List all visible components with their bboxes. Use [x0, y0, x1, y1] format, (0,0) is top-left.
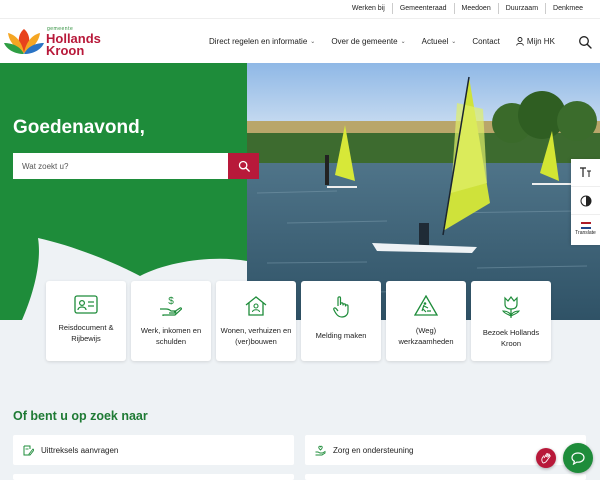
main-header: gemeente Hollands Kroon Direct regelen e…: [0, 18, 600, 63]
nav-label: Contact: [472, 37, 500, 46]
tile-label: (Weg) werkzaamheden: [395, 325, 456, 347]
nav-contact[interactable]: Contact: [472, 37, 500, 46]
nav-direct-regelen[interactable]: Direct regelen en informatie ⌄: [209, 37, 315, 46]
chat-icon: [571, 451, 585, 465]
search-icon[interactable]: [578, 35, 592, 49]
pointing-hand-icon: [333, 296, 349, 318]
tile-label-line1: Wonen, verhuizen en: [220, 326, 292, 335]
svg-text:$: $: [168, 296, 174, 307]
link-denkmee[interactable]: Denkmee: [545, 3, 590, 14]
chevron-down-icon: ⌄: [310, 39, 316, 45]
main-nav: Direct regelen en informatie ⌄ Over de g…: [209, 37, 571, 46]
hero-greeting: Goedenavond,: [13, 117, 145, 138]
account-label: Mijn HK: [526, 37, 555, 46]
house-icon: [245, 296, 267, 316]
chevron-down-icon: ⌄: [400, 39, 406, 45]
link-gemeenteraad[interactable]: Gemeenteraad: [391, 3, 454, 14]
feedback-button[interactable]: [536, 448, 556, 468]
tile-label-line1: (Weg): [415, 326, 437, 335]
nav-label: Direct regelen en informatie: [209, 37, 308, 46]
logo[interactable]: gemeente Hollands Kroon: [3, 25, 103, 59]
tile-reisdocument[interactable]: Reisdocument & Rijbewijs: [46, 281, 126, 361]
road-works-icon: [414, 295, 438, 316]
accessibility-toolbar: Translate: [571, 159, 600, 245]
money-hand-icon: $: [160, 296, 183, 316]
link-label: Uittreksels aanvragen: [41, 445, 119, 455]
tile-werk-inkomen[interactable]: $ Werk, inkomen en schulden: [131, 281, 211, 361]
chevron-down-icon: ⌄: [451, 39, 457, 45]
hand-icon: [541, 453, 551, 464]
section-title: Of bent u op zoek naar: [13, 409, 148, 423]
dutch-flag-icon: [580, 222, 591, 229]
tile-label-line1: Bezoek Hollands: [482, 328, 540, 337]
logo-flower-icon: [4, 29, 44, 54]
tile-label-line2: Kroon: [500, 339, 521, 348]
tile-melding[interactable]: Melding maken: [301, 281, 381, 361]
contrast-icon: [580, 195, 591, 206]
nav-actueel[interactable]: Actueel ⌄: [422, 37, 457, 46]
task-tiles: Reisdocument & Rijbewijs $ Werk, inkomen…: [46, 281, 556, 361]
tile-label-line2: schulden: [155, 337, 187, 346]
translate-label: Translate: [575, 230, 596, 236]
link-placeholder[interactable]: [305, 474, 586, 480]
link-meedoen[interactable]: Meedoen: [453, 3, 498, 14]
tile-label-line2: (ver)bouwen: [235, 337, 277, 346]
search-button[interactable]: [228, 153, 259, 179]
utility-bar: Werken bij Gemeenteraad Meedoen Duurzaam…: [0, 0, 600, 18]
care-hand-icon: [315, 445, 326, 455]
account-link[interactable]: Mijn HK: [516, 37, 555, 46]
tile-label-line1: Reisdocument &: [58, 323, 114, 332]
tulip-icon: [501, 296, 521, 318]
hero-search: [13, 153, 259, 179]
nav-over-de-gemeente[interactable]: Over de gemeente ⌄: [331, 37, 405, 46]
tile-wegwerkzaamheden[interactable]: (Weg) werkzaamheden: [386, 281, 466, 361]
tile-label: Bezoek Hollands Kroon: [480, 327, 542, 349]
link-werken-bij[interactable]: Werken bij: [345, 3, 392, 14]
user-icon: [516, 37, 524, 46]
document-pen-icon: [23, 445, 34, 455]
tile-bezoek[interactable]: Bezoek Hollands Kroon: [471, 281, 551, 361]
id-card-icon: [74, 295, 98, 314]
tile-label-line2: Rijbewijs: [71, 334, 101, 343]
tile-label: Wonen, verhuizen en (ver)bouwen: [218, 325, 295, 347]
contrast-button[interactable]: [571, 187, 600, 215]
tile-label: Melding maken: [313, 330, 370, 341]
search-input[interactable]: [13, 153, 228, 179]
link-duurzaam[interactable]: Duurzaam: [497, 3, 545, 14]
tile-label: Werk, inkomen en schulden: [138, 325, 204, 347]
tile-label-line1: Werk, inkomen en: [140, 326, 202, 335]
logo-name-line2: Kroon: [46, 43, 85, 58]
translate-button[interactable]: Translate: [571, 215, 600, 243]
link-uittreksels[interactable]: Uittreksels aanvragen: [13, 435, 294, 465]
search-icon: [238, 160, 250, 172]
text-size-icon: [580, 167, 591, 177]
utility-links: Werken bij Gemeenteraad Meedoen Duurzaam…: [345, 3, 590, 14]
nav-label: Actueel: [421, 37, 449, 46]
tile-label-line2: werkzaamheden: [398, 337, 454, 346]
chat-button[interactable]: [563, 443, 593, 473]
link-label: Zorg en ondersteuning: [333, 445, 414, 455]
tile-label-line1: Melding maken: [315, 331, 367, 340]
link-placeholder[interactable]: [13, 474, 294, 480]
text-size-button[interactable]: [571, 159, 600, 187]
tile-label: Reisdocument & Rijbewijs: [55, 322, 116, 344]
nav-label: Over de gemeente: [331, 37, 398, 46]
tile-wonen[interactable]: Wonen, verhuizen en (ver)bouwen: [216, 281, 296, 361]
